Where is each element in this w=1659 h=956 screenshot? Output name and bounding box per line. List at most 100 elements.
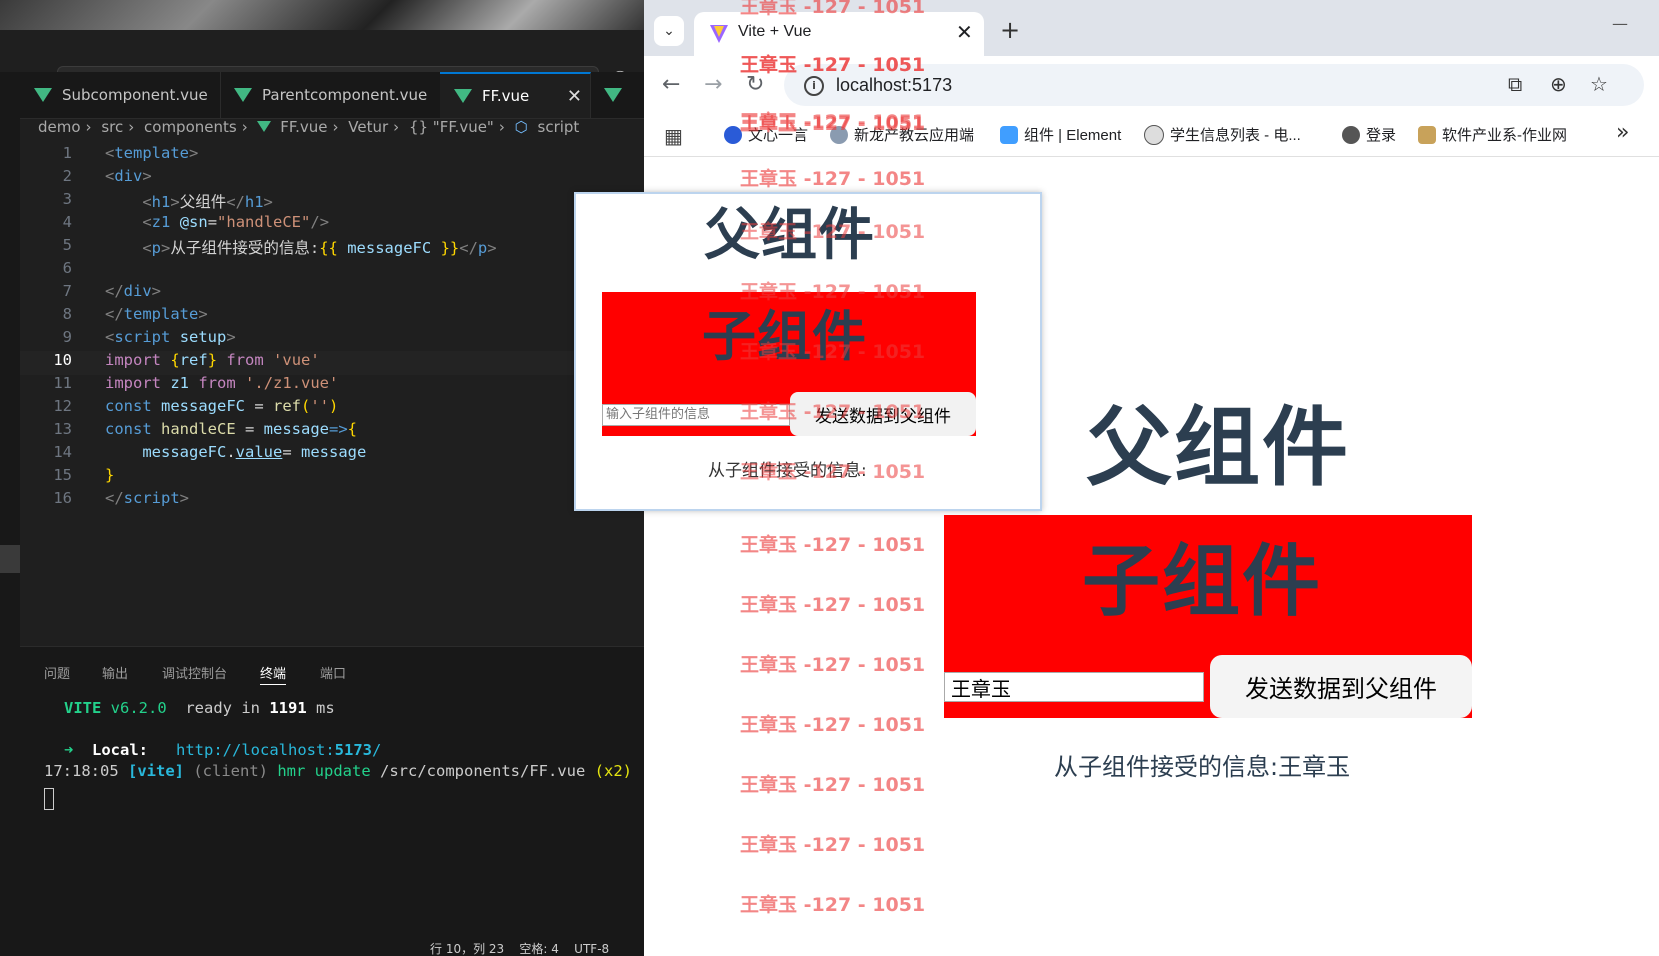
- vue-icon: [34, 88, 52, 102]
- line-number: 14: [53, 443, 72, 461]
- back-icon[interactable]: ←: [662, 72, 680, 97]
- new-tab-button[interactable]: +: [1000, 16, 1020, 44]
- tab-ff-vue[interactable]: FF.vue ✕: [440, 72, 591, 118]
- terminal-line: VITE v6.2.0 ready in 1191 ms: [64, 699, 335, 717]
- forward-icon[interactable]: →: [704, 72, 722, 97]
- line-number: 11: [53, 374, 72, 392]
- floating-preview-window[interactable]: 父组件 子组件 输入子组件的信息 发送数据到父组件 从子组件接受的信息: 王章玉…: [574, 192, 1042, 511]
- breadcrumb-item[interactable]: src: [101, 118, 123, 136]
- tab-problems[interactable]: 问题: [44, 663, 70, 682]
- chevron-right-icon: ›: [241, 118, 248, 136]
- child-heading: 子组件: [1082, 537, 1323, 627]
- tab-search-button[interactable]: ⌄: [654, 16, 684, 46]
- code-line: 6: [20, 259, 644, 283]
- watermark: 王章玉 -127 - 1051: [740, 0, 926, 18]
- vscode-window: ⟵ → ⌕ lx02 ⚇ Subcomponent.vue Parentcomp…: [0, 0, 644, 956]
- cube-icon: ⬡: [514, 118, 528, 136]
- bookmark-item[interactable]: 登录: [1342, 124, 1396, 145]
- code-line: 8 </template>: [20, 305, 644, 329]
- watermark: 王章玉 -127 - 1051: [740, 774, 926, 796]
- terminal-line: 17:18:05 [vite] (client) hmr update /src…: [44, 762, 632, 780]
- watermark: 王章玉 -127 - 1051: [740, 461, 926, 483]
- tab-debug-console[interactable]: 调试控制台: [162, 663, 227, 682]
- watermark: 王章玉 -127 - 1051: [740, 654, 926, 676]
- activity-bar: [0, 72, 20, 956]
- send-to-parent-button[interactable]: 发送数据到父组件: [1210, 655, 1472, 718]
- line-number: 4: [62, 213, 72, 231]
- tab-output[interactable]: 输出: [102, 663, 128, 682]
- bookmark-star-icon[interactable]: ☆: [1590, 72, 1608, 96]
- breadcrumb-item[interactable]: FF.vue: [280, 118, 327, 136]
- code-editor[interactable]: 1 <template> 2 <div> 3 <h1>父组件</h1> 4 <z1 …: [20, 144, 644, 644]
- tab-ports[interactable]: 端口: [320, 663, 346, 682]
- watermark: 王章玉 -127 - 1051: [740, 341, 926, 363]
- line-number: 15: [53, 466, 72, 484]
- site-icon: [1418, 125, 1436, 144]
- line-number: 10: [53, 351, 72, 369]
- zoom-icon[interactable]: ⊕: [1550, 72, 1567, 96]
- line-number: 3: [62, 190, 72, 208]
- vue-icon: [234, 88, 252, 102]
- chevron-right-icon: ›: [332, 118, 339, 136]
- breadcrumb-item[interactable]: {} "FF.vue": [409, 118, 494, 136]
- breadcrumb-item[interactable]: demo: [38, 118, 81, 136]
- activity-bar-indicator[interactable]: [0, 545, 20, 573]
- watermark: 王章玉 -127 - 1051: [740, 714, 926, 736]
- watermark: 王章玉 -127 - 1051: [740, 594, 926, 616]
- watermark: 王章玉 -127 - 1051: [740, 534, 926, 556]
- line-number: 2: [62, 167, 72, 185]
- watermark: 王章玉 -127 - 1051: [740, 894, 926, 916]
- breadcrumb-item[interactable]: Vetur: [348, 118, 388, 136]
- chevron-right-icon: ›: [85, 118, 92, 136]
- apps-grid-icon[interactable]: ▦: [664, 124, 683, 148]
- translate-icon[interactable]: ⧉: [1508, 72, 1522, 96]
- tab-label: Subcomponent.vue: [62, 86, 208, 104]
- breadcrumb-item[interactable]: script: [538, 118, 580, 136]
- minimize-button[interactable]: —: [1612, 14, 1628, 33]
- bookmark-item[interactable]: 软件产业系-作业网: [1418, 124, 1567, 145]
- code-line: 11 import z1 from './z1.vue': [20, 374, 644, 398]
- bookmark-item[interactable]: 组件 | Element: [1000, 124, 1121, 145]
- line-number: 6: [62, 259, 72, 277]
- chevron-right-icon: ›: [393, 118, 400, 136]
- breadcrumb-item[interactable]: components: [144, 118, 237, 136]
- child-component: 子组件 发送数据到父组件: [944, 515, 1472, 718]
- code-line: 1 <template>: [20, 144, 644, 168]
- code-line: 13 const handleCE = message=>{: [20, 420, 644, 444]
- breadcrumb: demo › src › components › FF.vue › Vetur › {}…: [38, 118, 638, 144]
- tab-parentcomponent[interactable]: Parentcomponent.vue: [220, 72, 441, 118]
- child-message-input[interactable]: [944, 672, 1204, 702]
- line-number: 7: [62, 282, 72, 300]
- code-line: 15}: [20, 466, 644, 490]
- bookmark-item[interactable]: 学生信息列表 - 电...: [1144, 124, 1301, 145]
- watermark: 王章玉 -127 - 1051: [740, 281, 926, 303]
- line-number: 12: [53, 397, 72, 415]
- chevron-double-right-icon[interactable]: »: [1616, 120, 1629, 145]
- line-number: 1: [62, 144, 72, 162]
- code-line: 9 <script setup>: [20, 328, 644, 352]
- vue-icon: [604, 88, 622, 102]
- watermark: 王章玉 -127 - 1051: [740, 401, 926, 423]
- line-number: 5: [62, 236, 72, 254]
- chevron-right-icon: ›: [128, 118, 135, 136]
- close-icon[interactable]: ✕: [567, 86, 582, 107]
- site-info-icon[interactable]: i: [804, 76, 824, 96]
- tab-label: Parentcomponent.vue: [262, 86, 428, 104]
- vscode-titlebar: ⟵ → ⌕ lx02 ⚇: [0, 30, 644, 96]
- url-text[interactable]: localhost:5173: [836, 75, 952, 96]
- tab-overflow[interactable]: [590, 72, 644, 118]
- vue-icon: [454, 89, 472, 103]
- tab-label: FF.vue: [482, 87, 530, 105]
- code-line: 5 <p>从子组件接受的信息:{{ messageFC }}</p>: [20, 236, 644, 260]
- watermark: 王章玉 -127 - 1051: [740, 834, 926, 856]
- vite-icon-bolt: [714, 26, 724, 37]
- close-icon[interactable]: ✕: [956, 20, 973, 44]
- code-line-current: 10 import {ref} from 'vue': [20, 351, 644, 375]
- tab-subcomponent[interactable]: Subcomponent.vue: [20, 72, 221, 118]
- terminal-panel: 问题 输出 调试控制台 终端 端口 VITE v6.2.0 ready in 1…: [20, 646, 644, 956]
- terminal-line: ➜ Local: http://localhost:5173/: [64, 741, 382, 759]
- tab-terminal[interactable]: 终端: [260, 663, 287, 685]
- code-line: 2 <div>: [20, 167, 644, 191]
- line-number: 16: [53, 489, 72, 507]
- status-position[interactable]: 行 10，列 23 空格: 4 UTF-8: [430, 940, 609, 956]
